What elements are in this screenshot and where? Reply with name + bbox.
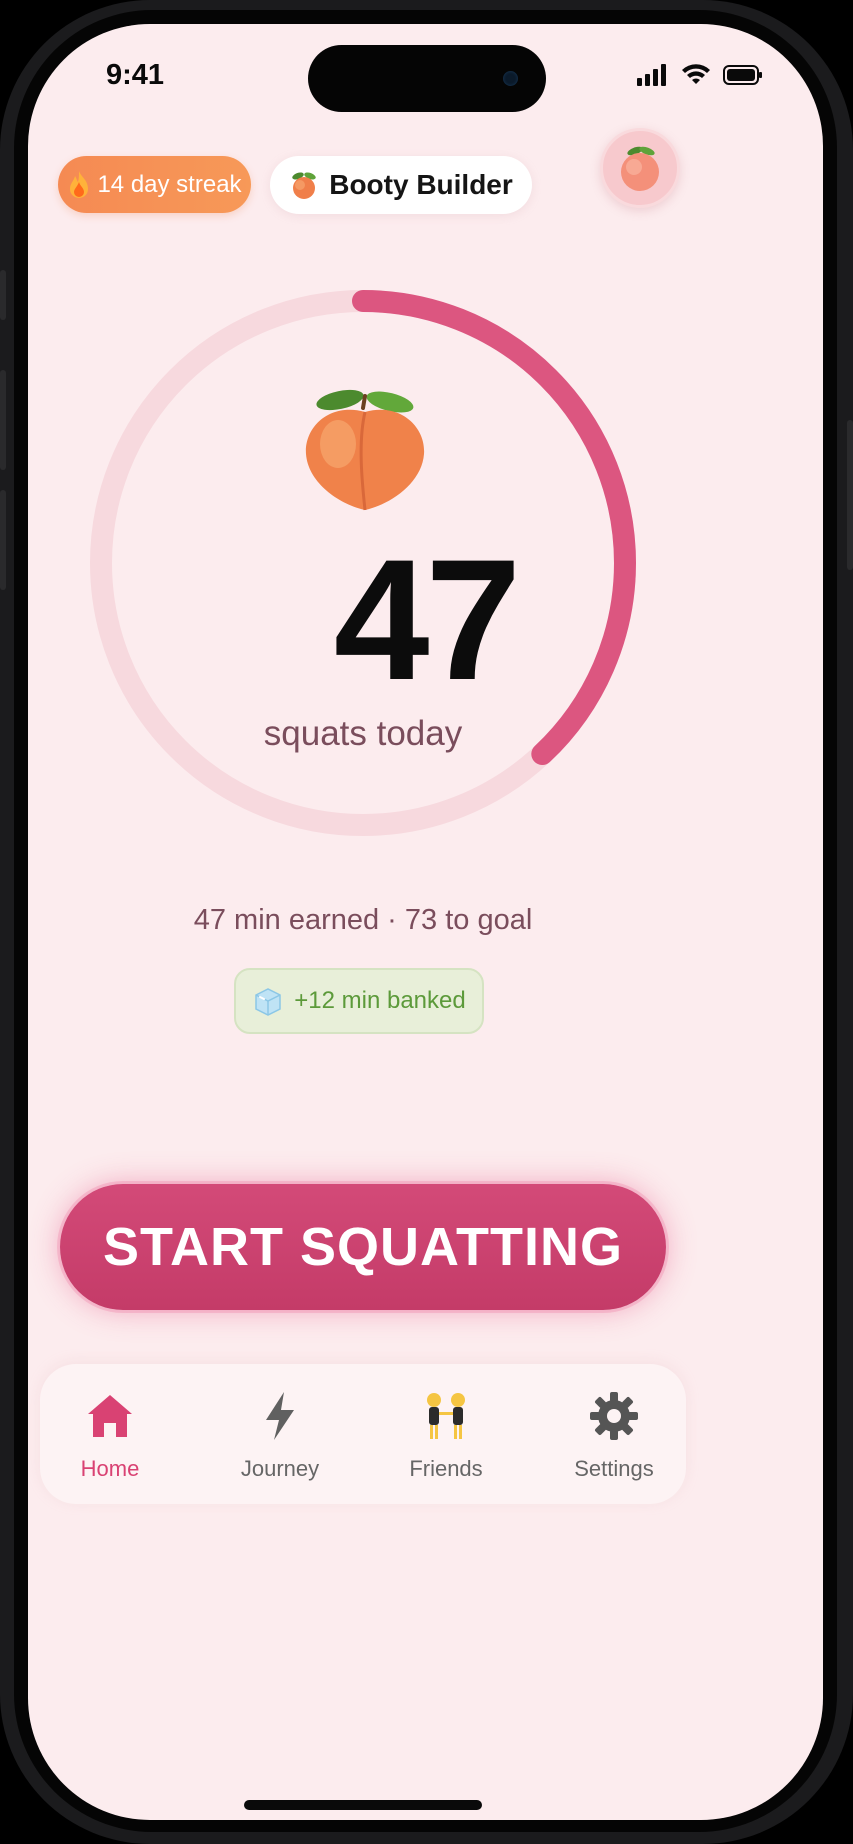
status-time: 9:41 bbox=[106, 59, 165, 91]
status-icons bbox=[637, 64, 763, 86]
power-button bbox=[847, 420, 853, 570]
peach-hero-icon bbox=[305, 389, 425, 511]
ice-cube-icon bbox=[255, 988, 282, 1016]
tab-friends[interactable]: Friends bbox=[376, 1388, 516, 1482]
dynamic-island bbox=[308, 45, 546, 112]
tab-friends-label: Friends bbox=[409, 1456, 483, 1481]
tab-journey[interactable]: Journey bbox=[210, 1388, 350, 1482]
wifi-icon bbox=[682, 64, 710, 84]
program-title: Booty Builder bbox=[329, 169, 513, 200]
camera-icon bbox=[503, 71, 518, 86]
tab-journey-label: Journey bbox=[240, 1456, 320, 1481]
tab-home[interactable]: Home bbox=[40, 1388, 180, 1482]
fire-icon bbox=[70, 170, 89, 198]
avatar-peach-icon bbox=[621, 146, 659, 191]
tab-settings-label: Settings bbox=[574, 1456, 654, 1481]
phone-frame: 9:41 14 day streak Booty Builder 47 squa… bbox=[0, 0, 853, 1844]
minutes-earned-text: 47 min earned · 73 to goal bbox=[193, 904, 533, 936]
volume-down-button bbox=[0, 490, 6, 590]
home-indicator[interactable] bbox=[244, 1800, 482, 1810]
tab-settings[interactable]: Settings bbox=[544, 1388, 684, 1482]
start-squatting-button[interactable]: START SQUATTING bbox=[60, 1184, 666, 1310]
battery-icon bbox=[723, 65, 762, 85]
tab-bar: Home Journey Friends Settings bbox=[40, 1364, 686, 1504]
gear-icon bbox=[590, 1392, 638, 1440]
volume-up-button bbox=[0, 370, 6, 470]
squat-count: 47 bbox=[333, 524, 521, 716]
streak-badge[interactable]: 14 day streak bbox=[58, 156, 251, 213]
streak-label: 14 day streak bbox=[97, 170, 242, 198]
lightning-icon bbox=[266, 1392, 294, 1440]
two-women-icon bbox=[427, 1393, 465, 1439]
tab-home-label: Home bbox=[80, 1456, 140, 1481]
home-icon bbox=[88, 1395, 132, 1437]
peach-icon bbox=[292, 172, 316, 199]
cellular-signal-icon bbox=[637, 64, 666, 86]
squat-count-label: squats today bbox=[263, 714, 463, 753]
program-title-pill[interactable]: Booty Builder bbox=[270, 156, 532, 214]
avatar[interactable] bbox=[600, 128, 680, 208]
banked-minutes-badge[interactable]: +12 min banked bbox=[234, 968, 484, 1034]
mute-switch bbox=[0, 270, 6, 320]
screen: 9:41 14 day streak Booty Builder 47 squa… bbox=[28, 24, 823, 1820]
banked-minutes-text: +12 min banked bbox=[294, 987, 466, 1014]
